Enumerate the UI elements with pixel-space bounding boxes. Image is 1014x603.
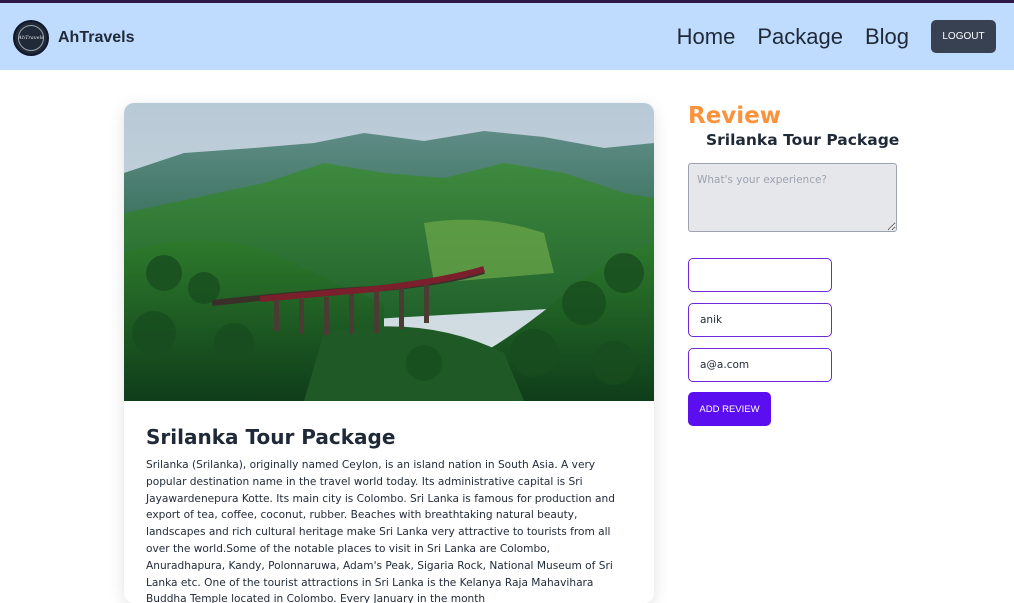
brand-logo[interactable]: AhTravels xyxy=(13,20,49,56)
package-photo xyxy=(124,103,654,401)
package-title: Srilanka Tour Package xyxy=(146,425,396,449)
navbar: AhTravels AhTravels Home Package Blog Lo… xyxy=(0,0,1014,70)
nav-link-blog[interactable]: Blog xyxy=(865,24,909,50)
name-input[interactable] xyxy=(688,303,832,337)
nav-link-home[interactable]: Home xyxy=(677,24,736,50)
package-card: Srilanka Tour Package Srilanka (Srilanka… xyxy=(124,103,654,603)
main-nav: Home Package Blog Logout xyxy=(677,20,996,53)
brand-logo-mark: AhTravels xyxy=(18,25,44,51)
logout-button[interactable]: Logout xyxy=(931,20,996,53)
brand[interactable]: AhTravels AhTravels xyxy=(13,20,134,56)
review-heading: Review xyxy=(688,103,782,129)
review-form: Review Srilanka Tour Package Add Review xyxy=(688,103,928,426)
package-description: Srilanka (Srilanka), originally named Ce… xyxy=(146,459,615,603)
rating-input[interactable] xyxy=(688,258,832,292)
review-package-name: Srilanka Tour Package xyxy=(706,131,900,149)
brand-name[interactable]: AhTravels xyxy=(58,29,134,47)
experience-textarea[interactable] xyxy=(688,163,897,232)
add-review-button[interactable]: Add Review xyxy=(688,392,771,426)
nav-link-package[interactable]: Package xyxy=(757,24,843,50)
email-input[interactable] xyxy=(688,348,832,382)
